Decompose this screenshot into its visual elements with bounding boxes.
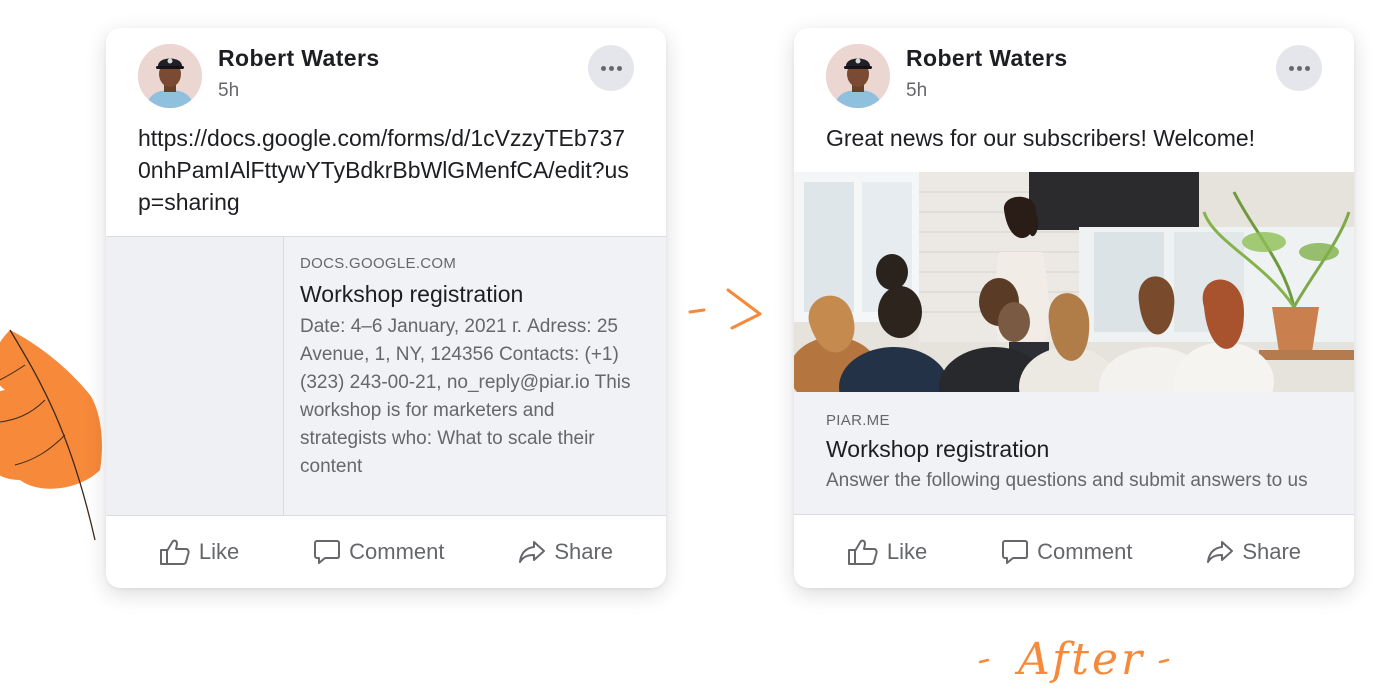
post-action-bar: Like Comment Share xyxy=(106,515,666,588)
share-button[interactable]: Share xyxy=(1196,533,1311,571)
post-header: Robert Waters 5h xyxy=(106,28,666,128)
link-preview-body: PIAR.ME Workshop registration Answer the… xyxy=(826,412,1344,495)
link-preview-title: Workshop registration xyxy=(300,281,524,307)
post-image[interactable] xyxy=(794,172,1354,392)
link-preview-domain: DOCS.GOOGLE.COM xyxy=(300,255,457,272)
avatar[interactable] xyxy=(138,44,202,108)
share-icon xyxy=(519,540,546,563)
like-icon xyxy=(847,539,878,565)
comment-button[interactable]: Comment xyxy=(303,532,454,572)
before-post-card: Robert Waters 5h https://docs.google.com… xyxy=(106,28,666,588)
like-icon xyxy=(159,539,190,565)
after-label: After xyxy=(978,634,1170,685)
link-preview-body: DOCS.GOOGLE.COM Workshop registration Da… xyxy=(300,255,646,481)
comment-label: Comment xyxy=(1037,538,1133,564)
share-label: Share xyxy=(554,538,614,564)
arrow-icon xyxy=(688,288,762,330)
link-preview-description: Date: 4–6 January, 2021 г. Adress: 25 Av… xyxy=(300,316,631,477)
more-options-button[interactable] xyxy=(1276,45,1322,91)
more-options-button[interactable] xyxy=(588,45,634,91)
share-icon xyxy=(1207,540,1234,563)
link-preview-title: Workshop registration xyxy=(826,436,1050,462)
link-preview-thumbnail xyxy=(106,237,284,515)
comment-icon xyxy=(314,539,341,564)
like-button[interactable]: Like xyxy=(837,532,937,572)
after-post-card: Robert Waters 5h Great news for our subs… xyxy=(794,28,1354,588)
link-preview[interactable]: PIAR.ME Workshop registration Answer the… xyxy=(794,392,1354,515)
post-time[interactable]: 5h xyxy=(906,80,927,102)
after-label-text: After xyxy=(1014,634,1145,685)
post-text[interactable]: Great news for our subscribers! Welcome! xyxy=(826,122,1324,154)
link-preview-description: Answer the following questions and submi… xyxy=(826,470,1308,491)
post-text[interactable]: https://docs.google.com/forms/d/1cVzzyTE… xyxy=(138,122,636,218)
post-action-bar: Like Comment Share xyxy=(794,515,1354,588)
avatar[interactable] xyxy=(826,44,890,108)
more-icon xyxy=(1288,65,1294,71)
like-label: Like xyxy=(198,538,240,564)
like-label: Like xyxy=(886,538,928,564)
comment-icon xyxy=(1002,539,1029,564)
comment-label: Comment xyxy=(349,538,445,564)
like-button[interactable]: Like xyxy=(149,532,249,572)
link-preview[interactable]: DOCS.GOOGLE.COM Workshop registration Da… xyxy=(106,236,666,516)
post-time[interactable]: 5h xyxy=(218,80,239,102)
more-icon xyxy=(600,65,606,71)
share-button[interactable]: Share xyxy=(508,533,623,571)
share-label: Share xyxy=(1242,538,1302,564)
comment-button[interactable]: Comment xyxy=(991,532,1142,572)
author-name[interactable]: Robert Waters xyxy=(218,45,380,72)
link-preview-domain: PIAR.ME xyxy=(826,412,890,429)
author-name[interactable]: Robert Waters xyxy=(906,45,1068,72)
post-header: Robert Waters 5h xyxy=(794,28,1354,128)
